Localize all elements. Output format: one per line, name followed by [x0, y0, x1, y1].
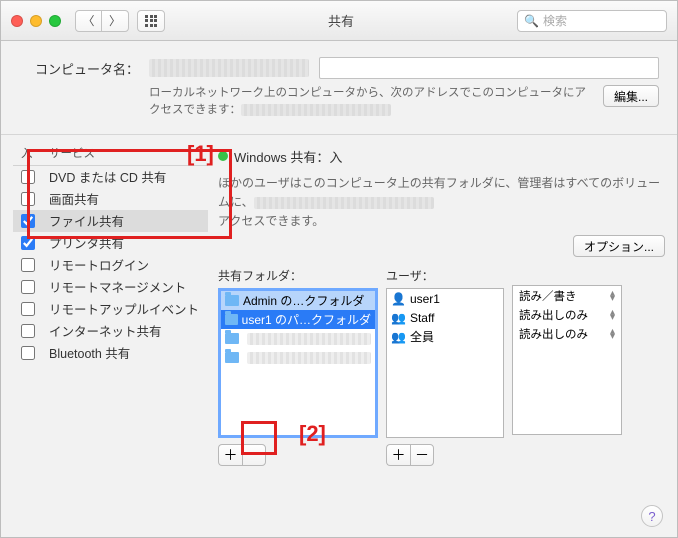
users-list[interactable]: 👤 user1 👥 Staff 👥 全員: [386, 288, 504, 438]
search-icon: 🔍: [524, 14, 539, 28]
services-panel: 入 サービス DVD または CD 共有画面共有ファイル共有プリンタ共有リモート…: [13, 141, 208, 467]
zoom-icon[interactable]: [49, 15, 61, 27]
stepper-icon[interactable]: ▴▾: [610, 291, 615, 301]
service-label: Bluetooth 共有: [49, 343, 130, 362]
users-header: ユーザ：: [386, 267, 504, 284]
stepper-icon[interactable]: ▴▾: [610, 329, 615, 339]
services-header-name: サービス: [49, 145, 204, 161]
close-icon[interactable]: [11, 15, 23, 27]
show-all-button[interactable]: [137, 10, 165, 32]
service-label: リモートログイン: [49, 255, 149, 274]
service-label: ファイル共有: [49, 211, 124, 230]
service-checkbox[interactable]: [21, 192, 35, 206]
window-title: 共有: [173, 11, 509, 30]
service-checkbox[interactable]: [21, 302, 35, 316]
add-folder-button[interactable]: ＋: [218, 444, 242, 466]
folder-item[interactable]: Admin の…クフォルダ: [221, 291, 375, 310]
service-checkbox[interactable]: [21, 236, 35, 250]
service-row[interactable]: Bluetooth 共有: [13, 342, 208, 364]
folder-icon: [225, 295, 239, 306]
status-desc: ほかのユーザはこのコンピュータ上の共有フォルダに、管理者はすべてのボリュームに、…: [218, 174, 665, 232]
service-checkbox[interactable]: [21, 258, 35, 272]
service-label: DVD または CD 共有: [49, 167, 166, 186]
add-user-button[interactable]: ＋: [386, 444, 410, 466]
service-row[interactable]: DVD または CD 共有: [13, 166, 208, 188]
minimize-icon[interactable]: [30, 15, 42, 27]
computer-name-desc: ローカルネットワーク上のコンピュータから、次のアドレスでこのコンピュータにアクセ…: [149, 85, 593, 120]
service-checkbox[interactable]: [21, 346, 35, 360]
user-label: Staff: [410, 311, 434, 325]
edit-button[interactable]: 編集...: [603, 85, 659, 107]
service-label: リモートアップルイベント: [49, 299, 199, 318]
group-icon: 👥: [391, 330, 406, 344]
computer-name-label: コンピュータ名：: [19, 59, 139, 78]
service-row[interactable]: リモートマネージメント: [13, 276, 208, 298]
nav-back-forward[interactable]: 〈 〉: [75, 10, 129, 32]
permission-label: 読み出しのみ: [519, 307, 588, 323]
services-header-on: 入: [21, 145, 49, 161]
shared-folders-header: 共有フォルダ：: [218, 267, 378, 284]
help-button[interactable]: ?: [641, 505, 663, 527]
computer-name-input[interactable]: [319, 57, 659, 79]
remove-user-button[interactable]: －: [410, 444, 434, 466]
service-checkbox[interactable]: [21, 170, 35, 184]
service-row[interactable]: リモートアップルイベント: [13, 298, 208, 320]
service-row[interactable]: インターネット共有: [13, 320, 208, 342]
permissions-list[interactable]: 読み／書き ▴▾ 読み出しのみ ▴▾ 読み出しのみ ▴▾: [512, 285, 622, 435]
back-button[interactable]: 〈: [76, 11, 102, 31]
service-row[interactable]: 画面共有: [13, 188, 208, 210]
permission-row[interactable]: 読み出しのみ ▴▾: [513, 324, 621, 343]
group-icon: 👥: [391, 311, 406, 325]
computer-name-value: [149, 59, 309, 77]
titlebar: 〈 〉 共有 🔍 検索: [1, 1, 677, 41]
status-title: Windows 共有：入: [234, 147, 342, 166]
service-row[interactable]: プリンタ共有: [13, 232, 208, 254]
service-label: 画面共有: [49, 189, 99, 208]
service-label: リモートマネージメント: [49, 277, 186, 296]
person-icon: 👤: [391, 292, 406, 306]
service-checkbox[interactable]: [21, 214, 35, 228]
status-indicator-icon: [218, 151, 228, 161]
permission-row[interactable]: 読み／書き ▴▾: [513, 286, 621, 305]
user-item[interactable]: 👥 Staff: [387, 308, 503, 327]
service-label: インターネット共有: [49, 321, 162, 340]
service-row[interactable]: リモートログイン: [13, 254, 208, 276]
user-item[interactable]: 👤 user1: [387, 289, 503, 308]
remove-folder-button[interactable]: －: [242, 444, 266, 466]
stepper-icon[interactable]: ▴▾: [610, 310, 615, 320]
service-checkbox[interactable]: [21, 280, 35, 294]
user-label: 全員: [410, 328, 434, 345]
search-placeholder: 検索: [543, 12, 567, 29]
user-item[interactable]: 👥 全員: [387, 327, 503, 346]
permissions-header: [512, 267, 622, 281]
grid-icon: [145, 15, 157, 27]
service-row[interactable]: ファイル共有: [13, 210, 208, 232]
permission-row[interactable]: 読み出しのみ ▴▾: [513, 305, 621, 324]
folder-icon: [225, 314, 238, 325]
search-field[interactable]: 🔍 検索: [517, 10, 667, 32]
permission-label: 読み／書き: [519, 288, 577, 304]
folder-item[interactable]: user1 のパ…クフォルダ: [221, 310, 375, 329]
folder-label: Admin の…クフォルダ: [243, 292, 364, 309]
permission-label: 読み出しのみ: [519, 326, 588, 342]
service-checkbox[interactable]: [21, 324, 35, 338]
service-label: プリンタ共有: [49, 233, 124, 252]
user-label: user1: [410, 292, 440, 306]
options-button[interactable]: オプション...: [573, 235, 665, 257]
window-controls: [11, 15, 61, 27]
forward-button[interactable]: 〉: [102, 11, 128, 31]
shared-folders-list[interactable]: Admin の…クフォルダ user1 のパ…クフォルダ: [218, 288, 378, 438]
folder-label: user1 のパ…クフォルダ: [242, 311, 371, 328]
